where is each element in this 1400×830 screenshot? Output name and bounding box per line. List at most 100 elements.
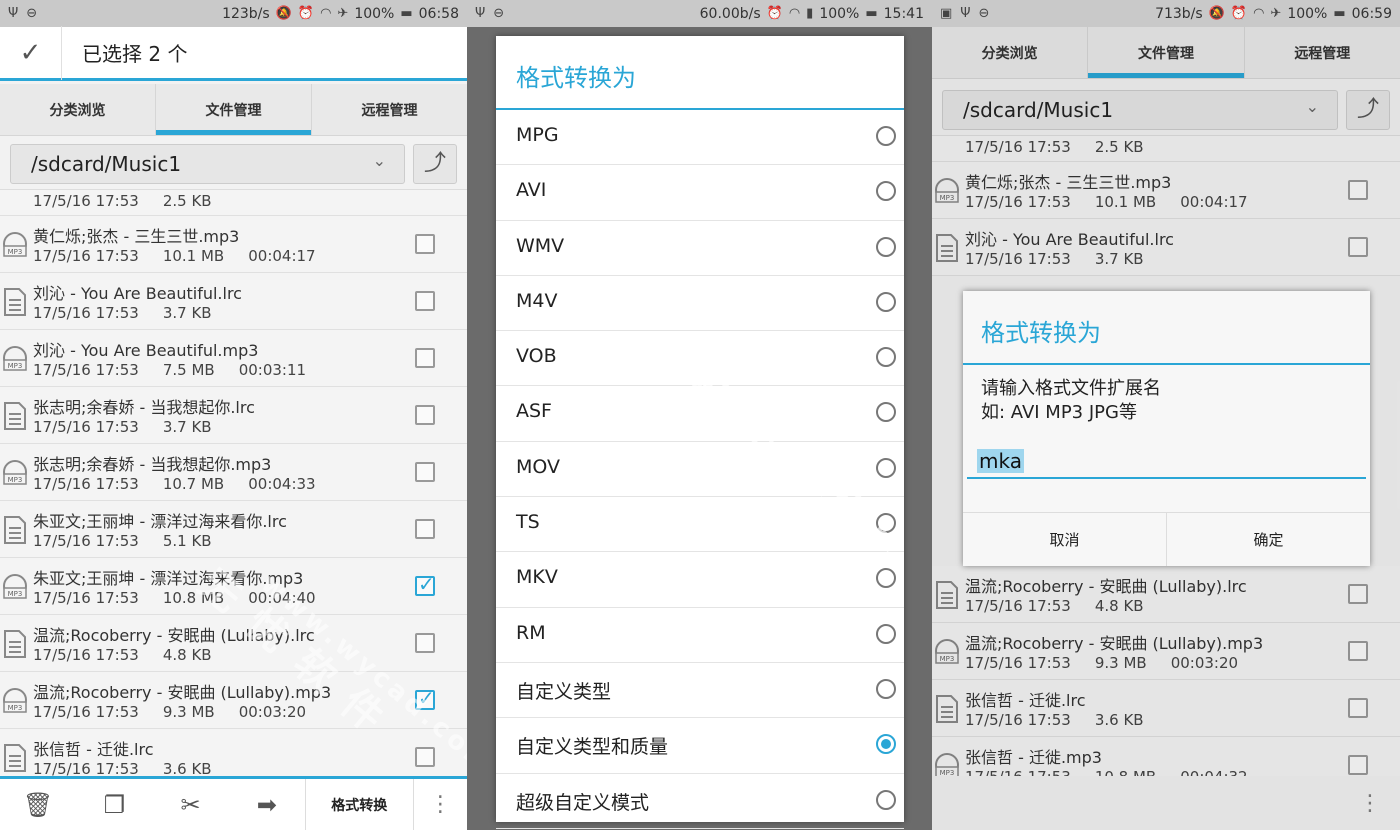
ok-button[interactable]: 确定 xyxy=(1166,513,1370,566)
battery-icon: ▬ xyxy=(400,6,413,21)
selection-count: 已选择 2 个 xyxy=(82,42,188,66)
alarm-icon: ⏰ xyxy=(297,6,315,21)
file-row[interactable]: 温流;Rocoberry - 安眠曲 (Lullaby).lrc 17/5/16 … xyxy=(0,615,467,672)
file-row[interactable]: 张信哲 - 迁徙.lrc 17/5/16 17:53 3.6 KB xyxy=(0,729,467,776)
file-row[interactable]: 刘沁 - You Are Beautiful.lrc 17/5/16 17:53 3… xyxy=(0,273,467,330)
image-icon: ▣ xyxy=(940,6,953,21)
file-date: 17/5/16 17:53 xyxy=(33,589,139,607)
radio-button[interactable] xyxy=(876,126,896,146)
select-checkbox[interactable] xyxy=(415,462,435,482)
format-option[interactable]: MKV xyxy=(496,552,904,608)
battery-percent: 100% xyxy=(819,5,860,22)
file-meta: 17/5/16 17:53 3.7 KB xyxy=(33,304,236,322)
select-checkbox[interactable] xyxy=(415,572,435,596)
radio-button[interactable] xyxy=(876,623,896,644)
extension-input[interactable]: mka xyxy=(967,447,1366,479)
select-checkbox[interactable] xyxy=(415,747,435,767)
mute-icon: 🔕 xyxy=(275,6,292,21)
file-row[interactable]: 张志明;余春娇 - 当我想起你.lrc 17/5/16 17:53 3.7 KB xyxy=(0,387,467,444)
file-duration: 00:04:33 xyxy=(248,475,316,493)
file-name: 温流;Rocoberry - 安眠曲 (Lullaby).lrc xyxy=(33,626,315,645)
format-option-label: MPG xyxy=(516,124,559,146)
radio-button[interactable] xyxy=(876,734,896,755)
chevron-down-icon: ⌄ xyxy=(372,151,386,170)
format-convert-button[interactable]: 格式转换 xyxy=(304,779,414,830)
format-option[interactable]: M4V xyxy=(496,276,904,332)
radio-button[interactable] xyxy=(876,181,896,202)
svg-text:MP3: MP3 xyxy=(8,590,23,598)
file-name: 张信哲 - 迁徙.lrc xyxy=(33,740,154,759)
format-option-label: WMV xyxy=(516,234,565,257)
screenshot-root: Ψ ⊖ 123b/s 🔕 ⏰ ◠ ✈ 100% ▬ 06:58 ✓ 已选择 2 个… xyxy=(0,0,1400,830)
file-row[interactable]: MP3 朱亚文;王丽坤 - 漂洋过海来看你.mp3 17/5/16 17:53 10.… xyxy=(0,558,467,615)
select-checkbox[interactable] xyxy=(415,633,435,653)
radio-button[interactable] xyxy=(876,789,896,810)
status-bar: Ψ ⊖ 60.00b/s ⏰ ◠ ▮ 100% ▬ 15:41 xyxy=(467,0,932,27)
tab-remote[interactable]: 远程管理 xyxy=(311,84,467,135)
file-list: 17/5/16 17:53 2.5 KB MP3 黄仁烁;张杰 - 三生三世.mp3 1… xyxy=(0,190,467,776)
select-checkbox[interactable] xyxy=(415,291,435,311)
battery-icon: ▬ xyxy=(1333,6,1346,21)
file-date: 17/5/16 17:53 xyxy=(33,361,139,379)
format-option[interactable]: MPG xyxy=(496,110,904,166)
format-option-label: 自定义类型 xyxy=(516,680,612,703)
radio-button[interactable] xyxy=(876,347,896,368)
file-row[interactable]: MP3 温流;Rocoberry - 安眠曲 (Lullaby).mp3 17/5/… xyxy=(0,672,467,729)
file-row[interactable]: 17/5/16 17:53 2.5 KB xyxy=(0,190,467,216)
radio-button[interactable] xyxy=(876,402,896,423)
format-option[interactable]: WMV xyxy=(496,221,904,276)
copy-icon[interactable]: ❐ xyxy=(76,779,152,830)
file-size: 10.7 MB xyxy=(162,475,225,493)
text-file-icon xyxy=(4,516,26,544)
format-option[interactable]: AVI xyxy=(496,165,904,221)
svg-text:MP3: MP3 xyxy=(8,704,23,712)
wifi-icon: ◠ xyxy=(788,6,801,21)
select-checkbox[interactable] xyxy=(415,405,435,425)
delete-icon[interactable]: 🗑 xyxy=(0,779,76,830)
file-size: 3.6 KB xyxy=(162,760,212,776)
radio-button[interactable] xyxy=(876,513,896,534)
message-line-1: 请输入格式文件扩展名 xyxy=(981,378,1161,399)
format-option[interactable]: RM xyxy=(496,608,904,663)
file-row[interactable]: MP3 张志明;余春娇 - 当我想起你.mp3 17/5/16 17:53 10.7 … xyxy=(0,444,467,501)
radio-button[interactable] xyxy=(876,457,896,478)
file-name: 朱亚文;王丽坤 - 漂洋过海来看你.mp3 xyxy=(33,569,304,588)
format-option[interactable]: 超级自定义模式 xyxy=(496,774,904,829)
usb-icon: Ψ xyxy=(475,6,486,21)
file-row[interactable]: MP3 刘沁 - You Are Beautiful.mp3 17/5/16 17:… xyxy=(0,330,467,387)
select-checkbox[interactable] xyxy=(415,234,435,254)
move-arrow-icon[interactable]: ➡ xyxy=(229,779,305,830)
text-file-icon xyxy=(4,744,26,772)
format-option[interactable]: 自定义类型 xyxy=(496,663,904,719)
tab-file-manager[interactable]: 文件管理 xyxy=(155,84,311,135)
select-checkbox[interactable] xyxy=(415,686,435,710)
format-option[interactable]: ASF xyxy=(496,386,904,442)
cancel-button[interactable]: 取消 xyxy=(963,513,1166,566)
file-name: 刘沁 - You Are Beautiful.mp3 xyxy=(33,341,259,360)
file-row[interactable]: MP3 黄仁烁;张杰 - 三生三世.mp3 17/5/16 17:53 10.1 MB… xyxy=(0,216,467,273)
file-row[interactable]: 朱亚文;王丽坤 - 漂洋过海来看你.lrc 17/5/16 17:53 5.1 KB xyxy=(0,501,467,558)
format-option[interactable]: VOB xyxy=(496,331,904,387)
format-option-label: 超级自定义模式 xyxy=(516,791,650,814)
file-duration: 00:04:17 xyxy=(248,247,316,265)
select-checkbox[interactable] xyxy=(415,519,435,539)
clock: 06:58 xyxy=(418,5,459,22)
path-dropdown[interactable]: /sdcard/Music1 ⌄ xyxy=(10,144,405,184)
cut-icon[interactable]: ✂ xyxy=(152,779,228,830)
done-check-icon[interactable]: ✓ xyxy=(0,25,62,80)
format-option[interactable]: MOV xyxy=(496,442,904,498)
radio-button[interactable] xyxy=(876,291,896,312)
more-menu-icon[interactable]: ⋮ xyxy=(414,779,467,830)
select-checkbox[interactable] xyxy=(415,348,435,368)
format-option[interactable]: 自定义类型和质量 xyxy=(496,718,904,774)
text-file-icon xyxy=(4,402,26,430)
radio-button[interactable] xyxy=(876,236,896,257)
tab-category[interactable]: 分类浏览 xyxy=(0,84,155,135)
more-menu-icon[interactable]: ⋮ xyxy=(1340,776,1400,830)
up-folder-button[interactable]: ⤴ xyxy=(413,144,457,184)
format-option[interactable]: TS xyxy=(496,497,904,553)
radio-button[interactable] xyxy=(876,568,896,589)
bottom-action-bar: 🗑 ❐ ✂ ➡ 格式转换 ⋮ xyxy=(0,776,467,830)
file-name: 刘沁 - You Are Beautiful.lrc xyxy=(33,284,242,303)
radio-button[interactable] xyxy=(876,678,896,699)
